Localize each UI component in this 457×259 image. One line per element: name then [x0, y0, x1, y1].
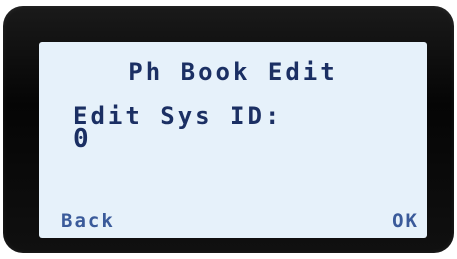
back-softkey[interactable]: Back — [61, 212, 115, 231]
sys-id-input[interactable]: 0 — [73, 126, 91, 152]
device-bezel: Ph Book Edit Edit Sys ID: 0 Back OK — [3, 6, 454, 253]
screen-title: Ph Book Edit — [128, 58, 338, 86]
ok-softkey[interactable]: OK — [392, 212, 419, 231]
sys-id-label: Edit Sys ID: — [73, 102, 283, 130]
lcd-screen: Ph Book Edit Edit Sys ID: 0 Back OK — [39, 42, 427, 238]
